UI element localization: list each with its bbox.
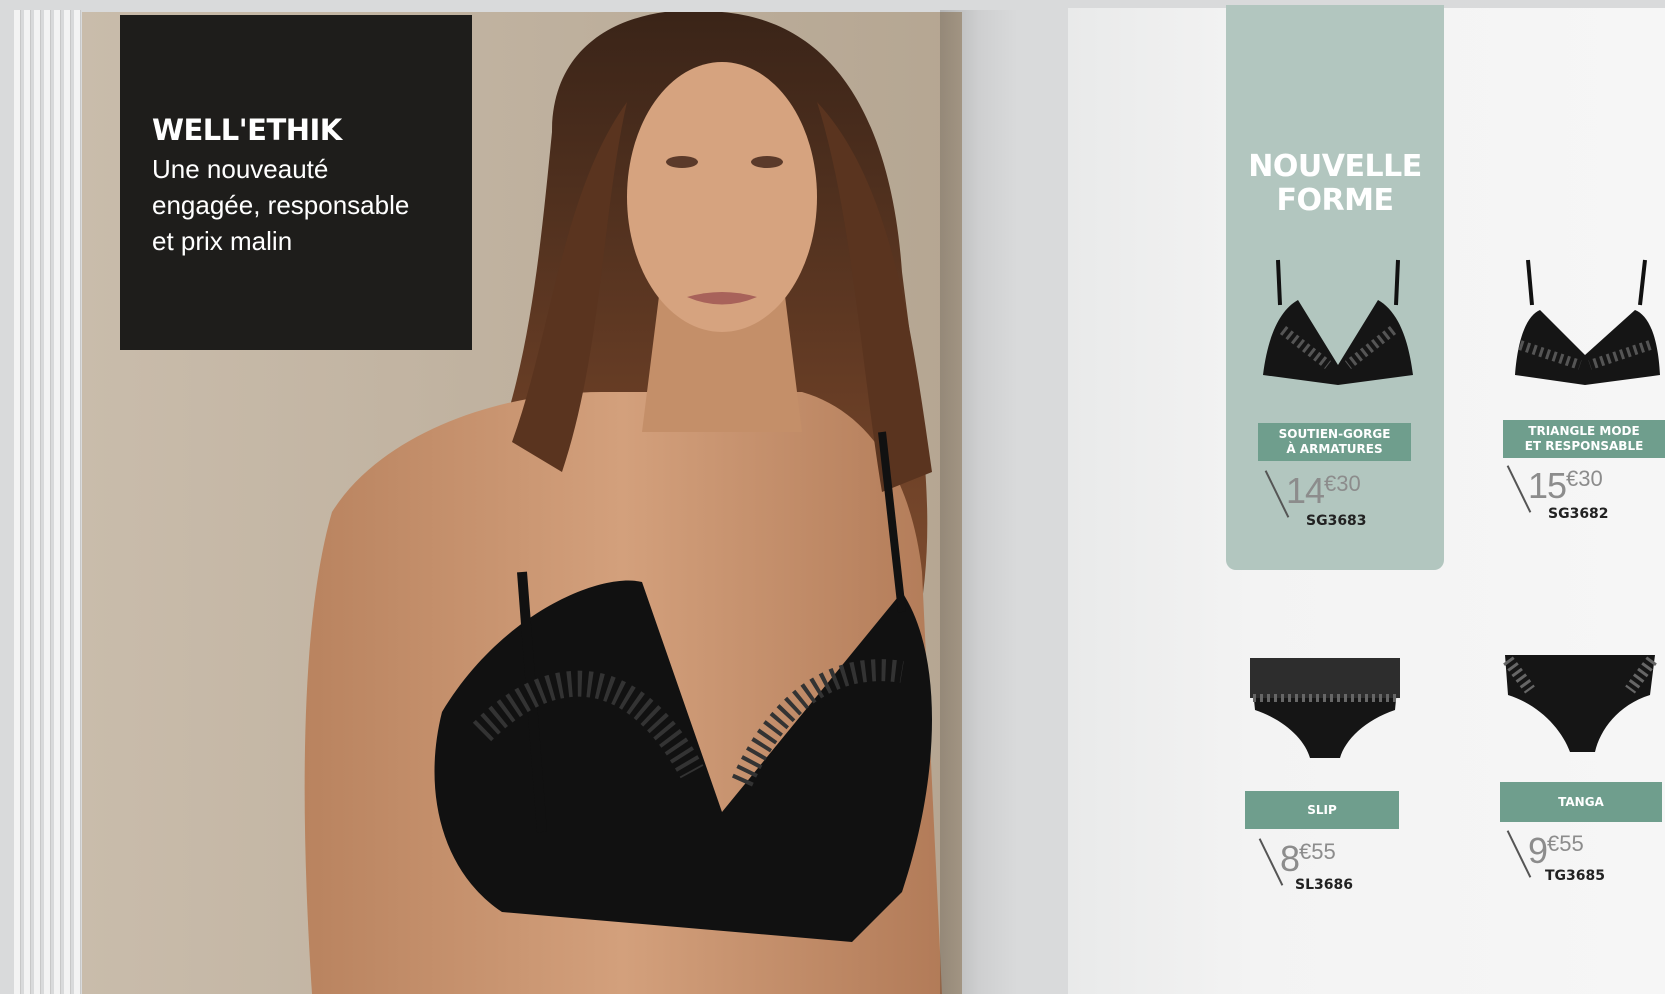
product-ref: SG3683	[1306, 513, 1367, 529]
product-price: 9€55	[1506, 830, 1584, 878]
product-label: TRIANGLE MODE ET RESPONSABLE	[1503, 420, 1665, 458]
product-price: 14€30	[1264, 470, 1361, 518]
product-ref: TG3685	[1545, 868, 1606, 884]
product-price: 15€30	[1506, 465, 1603, 513]
highlight-title: NOUVELLE FORME	[1248, 149, 1422, 218]
product-ref: SL3686	[1295, 877, 1353, 893]
product-ref: SG3682	[1548, 506, 1609, 522]
title-box: WELL'ETHIK Une nouveauté engagée, respon…	[120, 15, 472, 350]
catalog-spread: WELL'ETHIK Une nouveauté engagée, respon…	[0, 0, 1665, 994]
slip-icon	[1250, 658, 1400, 758]
tanga-icon	[1503, 655, 1657, 752]
triangle-bra-icon	[1515, 259, 1660, 385]
bra-underwire-icon	[1263, 259, 1413, 385]
product-price: 8€55	[1258, 838, 1336, 886]
tagline: Une nouveauté engagée, responsable et pr…	[152, 154, 410, 256]
product-label: TANGA	[1500, 782, 1662, 822]
product-label: SOUTIEN-GORGE À ARMATURES	[1258, 423, 1411, 461]
product-label: SLIP	[1245, 791, 1399, 829]
brand-title: WELL'ETHIK	[152, 113, 342, 147]
